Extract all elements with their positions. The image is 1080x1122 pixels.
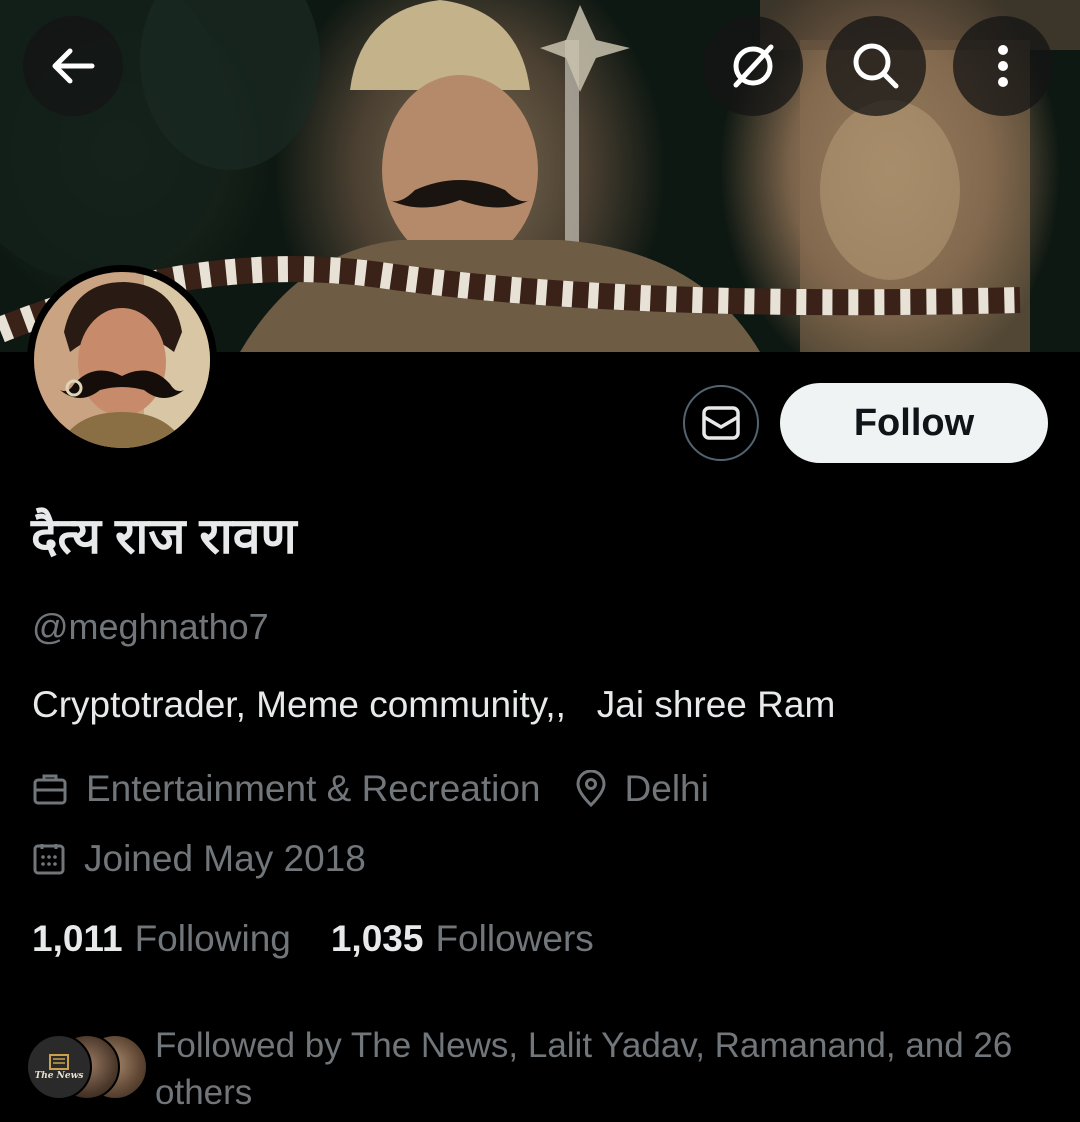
profile-category: Entertainment & Recreation <box>86 768 541 809</box>
profile-joined-row: Joined May 2018 <box>32 838 366 880</box>
message-button[interactable] <box>683 385 759 461</box>
slash-circle-icon <box>733 44 774 88</box>
followers-link[interactable]: 1,035 Followers <box>331 918 594 960</box>
profile-meta-row: Entertainment & Recreation Delhi <box>32 768 709 810</box>
briefcase-icon <box>32 772 68 806</box>
the-news-avatar-label: The News <box>34 1071 84 1081</box>
search-icon <box>853 43 899 89</box>
following-label: Following <box>134 918 291 959</box>
user-handle: @meghnatho7 <box>32 606 269 647</box>
follower-avatar-the-news: The News <box>26 1034 92 1100</box>
following-count: 1,011 <box>32 918 123 959</box>
back-button[interactable] <box>23 16 123 116</box>
newspaper-icon <box>49 1054 69 1070</box>
calendar-icon <box>32 842 66 876</box>
profile-bio: Cryptotrader, Meme community,, Jai shree… <box>32 684 836 725</box>
avatar-image <box>34 272 210 448</box>
followed-by-text[interactable]: Followed by The News, Lalit Yadav, Raman… <box>155 1022 1055 1116</box>
following-link[interactable]: 1,011 Following <box>32 918 291 960</box>
more-options-button[interactable] <box>953 16 1053 116</box>
arrow-left-icon <box>52 48 95 84</box>
profile-avatar[interactable] <box>27 265 217 455</box>
followers-count: 1,035 <box>330 918 424 959</box>
envelope-icon <box>702 406 740 440</box>
display-name: दैत्य राज रावण <box>31 508 297 564</box>
more-vertical-icon <box>998 45 1008 87</box>
followed-by-avatars[interactable]: The News <box>26 1034 148 1100</box>
followers-label: Followers <box>435 918 594 959</box>
location-pin-icon <box>575 770 607 808</box>
follow-button[interactable]: Follow <box>780 383 1048 463</box>
follow-stats: 1,011 Following 1,035 Followers <box>32 918 594 960</box>
profile-location: Delhi <box>624 768 709 809</box>
joined-date: Joined May 2018 <box>84 838 366 879</box>
grok-button[interactable] <box>703 16 803 116</box>
search-button[interactable] <box>826 16 926 116</box>
